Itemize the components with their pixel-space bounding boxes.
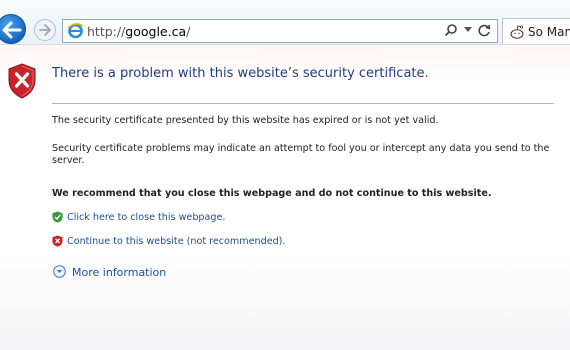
- back-button[interactable]: [0, 14, 26, 44]
- refresh-icon[interactable]: [478, 24, 491, 37]
- browser-tab[interactable]: So Many: [502, 18, 570, 44]
- shield-warning-icon: [52, 235, 64, 247]
- url-host: google.ca: [125, 24, 187, 39]
- shield-error-icon: [7, 63, 37, 103]
- ie-logo-icon: [67, 22, 84, 43]
- forward-arrow-icon: [39, 24, 51, 36]
- warning-message: Security certificate problems may indica…: [52, 143, 550, 166]
- forward-button[interactable]: [34, 19, 56, 41]
- continue-link[interactable]: Continue to this website (not recommende…: [67, 236, 285, 247]
- shield-check-icon: [52, 211, 64, 223]
- error-page: There is a problem with this website’s s…: [0, 45, 570, 350]
- search-icon[interactable]: [444, 23, 458, 37]
- reddit-alien-icon: [509, 24, 525, 44]
- divider: [52, 103, 554, 104]
- browser-toolbar: http://google.ca/ So Many: [0, 0, 570, 45]
- recommendation-text: We recommend that you close this webpage…: [52, 188, 492, 199]
- page-title: There is a problem with this website’s s…: [52, 66, 429, 81]
- continue-row: Continue to this website (not recommende…: [52, 235, 285, 247]
- close-page-row: Click here to close this webpage.: [52, 211, 225, 223]
- more-information-link[interactable]: More information: [72, 266, 166, 279]
- url-suffix: /: [186, 24, 191, 39]
- url-prefix: http://: [87, 24, 126, 39]
- chevron-down-icon[interactable]: [464, 27, 472, 33]
- expand-circle-icon: [53, 263, 66, 282]
- tab-title: So Many: [528, 25, 570, 39]
- more-information-toggle[interactable]: More information: [53, 263, 166, 282]
- expired-message: The security certificate presented by th…: [52, 115, 439, 126]
- close-page-link[interactable]: Click here to close this webpage.: [67, 212, 225, 223]
- back-arrow-icon: [2, 21, 22, 39]
- url-text[interactable]: http://google.ca/: [87, 24, 190, 39]
- address-bar[interactable]: http://google.ca/: [62, 19, 498, 43]
